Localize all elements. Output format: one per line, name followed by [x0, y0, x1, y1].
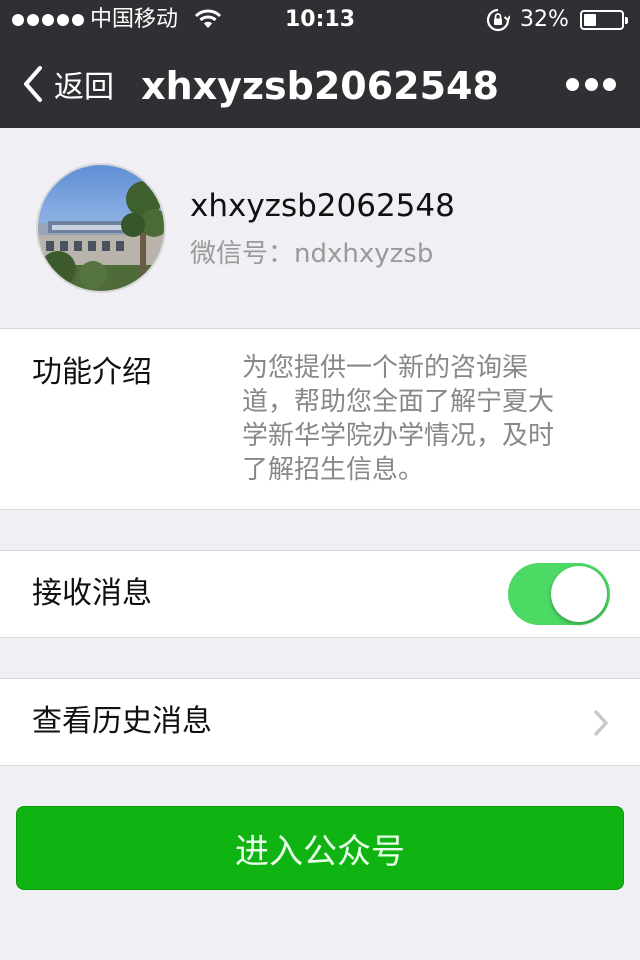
receive-messages-label: 接收消息	[32, 576, 152, 611]
history-row[interactable]: 查看历史消息	[0, 678, 640, 766]
intro-line: 道，帮助您全面了解宁夏大	[242, 387, 555, 417]
intro-text: 为您提供一个新的咨询渠 道，帮助您全面了解宁夏大 学新华学院办学情况，及时 了解…	[242, 351, 588, 487]
page-title: xhxyzsb2062548	[141, 64, 499, 108]
wechat-id-row: 微信号： ndxhxyzsb	[190, 236, 433, 272]
status-bar: 中国移动 10:13 32%	[0, 0, 640, 40]
receive-messages-row: 接收消息	[0, 550, 640, 638]
intro-line: 为您提供一个新的咨询渠	[242, 353, 529, 383]
receive-messages-toggle[interactable]	[508, 563, 610, 625]
avatar-image	[38, 165, 164, 291]
top-bar: 中国移动 10:13 32% 返回 xhxyzsb2062548	[0, 0, 640, 128]
intro-line: 学新华学院办学情况，及时	[242, 421, 555, 451]
more-dots-icon[interactable]	[566, 74, 616, 94]
battery-icon	[580, 10, 628, 30]
wechat-id-label: 微信号：	[190, 239, 295, 269]
wechat-id-value: ndxhxyzsb	[294, 239, 434, 269]
battery-percent: 32%	[520, 7, 569, 32]
intro-line: 了解招生信息。	[242, 455, 425, 485]
screen: 中国移动 10:13 32% 返回 xhxyzsb2062548 xhxyzsb…	[0, 0, 640, 960]
enter-account-button[interactable]: 进入公众号	[16, 806, 624, 890]
intro-label: 功能介绍	[32, 355, 152, 390]
intro-section: 功能介绍 为您提供一个新的咨询渠 道，帮助您全面了解宁夏大 学新华学院办学情况，…	[0, 328, 640, 510]
chevron-right-icon	[594, 710, 608, 736]
battery-fill	[584, 14, 596, 26]
toggle-knob	[551, 566, 607, 622]
rotation-lock-icon	[486, 8, 510, 32]
avatar[interactable]	[36, 163, 166, 293]
history-label: 查看历史消息	[32, 704, 212, 739]
account-name: xhxyzsb2062548	[190, 188, 455, 224]
